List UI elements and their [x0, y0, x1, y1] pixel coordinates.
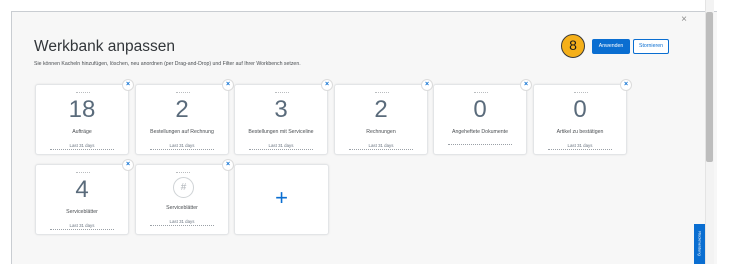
tile-filter-link[interactable]: Last 31 days: [548, 143, 612, 150]
tile-label: Artikel zu bestätigen: [556, 129, 604, 135]
remove-tile-icon[interactable]: ×: [122, 79, 134, 91]
tile-filter-link[interactable]: Last 31 days: [349, 143, 413, 150]
tile-label: Angeheftete Dokumente: [452, 129, 508, 135]
tile-count: 0: [473, 96, 487, 123]
add-tile-button[interactable]: +: [234, 164, 329, 235]
tile-count: 3: [274, 96, 288, 123]
drag-handle-icon[interactable]: [275, 92, 289, 93]
tile-label: Bestellungen mit Serviceline: [248, 129, 314, 135]
drag-handle-icon[interactable]: [176, 92, 190, 93]
tile-count: 4: [75, 176, 89, 203]
plus-icon: +: [275, 185, 288, 210]
tile-filter-link[interactable]: Last 31 days: [150, 219, 214, 226]
remove-tile-icon[interactable]: ×: [122, 159, 134, 171]
hash-icon: #: [173, 177, 194, 198]
tile-filter-link[interactable]: Last 31 days: [50, 143, 114, 150]
dialog-title: Werkbank anpassen: [34, 38, 176, 55]
tile-auftraege[interactable]: × 18 Aufträge Last 31 days: [35, 79, 134, 155]
scrollbar-thumb[interactable]: [706, 12, 713, 162]
tile-label: Rechnungen: [366, 129, 396, 135]
tile-bestellungen-auf-rechnung[interactable]: × 2 Bestellungen auf Rechnung Last 31 da…: [135, 79, 234, 155]
feedback-label: Rückmeldung: [697, 231, 703, 256]
tile-label: Bestellungen auf Rechnung: [150, 129, 214, 135]
tile-angeheftete-dokumente[interactable]: × 0 Angeheftete Dokumente: [433, 79, 532, 155]
apply-button[interactable]: Anwenden: [592, 39, 630, 54]
tile-count: 18: [68, 96, 96, 123]
tile-count: 2: [374, 96, 388, 123]
step-marker-badge: 8: [561, 34, 585, 58]
remove-tile-icon[interactable]: ×: [421, 79, 433, 91]
tile-artikel-zu-bestaetigen[interactable]: × 0 Artikel zu bestätigen Last 31 days: [533, 79, 632, 155]
tile-label: Serviceblätter: [66, 209, 98, 215]
drag-handle-icon[interactable]: [176, 172, 190, 173]
tile-serviceblaetter-placeholder[interactable]: × # Serviceblätter Last 31 days: [135, 159, 234, 235]
tile-count: 0: [573, 96, 587, 123]
drag-handle-icon[interactable]: [474, 92, 488, 93]
remove-tile-icon[interactable]: ×: [620, 79, 632, 91]
drag-handle-icon[interactable]: [375, 92, 389, 93]
remove-tile-icon[interactable]: ×: [222, 159, 234, 171]
drag-handle-icon[interactable]: [76, 92, 90, 93]
tile-filter-link[interactable]: Last 31 days: [150, 143, 214, 150]
remove-tile-icon[interactable]: ×: [321, 79, 333, 91]
remove-tile-icon[interactable]: ×: [222, 79, 234, 91]
tile-filter-link[interactable]: Last 31 days: [249, 143, 313, 150]
remove-tile-icon[interactable]: ×: [520, 79, 532, 91]
tile-rechnungen[interactable]: × 2 Rechnungen Last 31 days: [334, 79, 433, 155]
cancel-button[interactable]: Stornieren: [633, 39, 669, 54]
dialog-subtitle: Sie können Kacheln hinzufügen, löschen, …: [34, 61, 301, 67]
tile-count: 2: [175, 96, 189, 123]
tile-serviceblaetter[interactable]: × 4 Serviceblätter Last 31 days: [35, 159, 134, 235]
tile-filter-link[interactable]: [448, 143, 512, 145]
tile-bestellungen-mit-serviceline[interactable]: × 3 Bestellungen mit Serviceline Last 31…: [234, 79, 333, 155]
drag-handle-icon[interactable]: [76, 172, 90, 173]
drag-handle-icon[interactable]: [574, 92, 588, 93]
close-icon[interactable]: ×: [678, 14, 690, 26]
tile-filter-link[interactable]: Last 31 days: [50, 223, 114, 230]
tile-label: Serviceblätter: [166, 205, 198, 211]
tile-label: Aufträge: [72, 129, 92, 135]
feedback-tab[interactable]: Rückmeldung: [694, 224, 705, 264]
